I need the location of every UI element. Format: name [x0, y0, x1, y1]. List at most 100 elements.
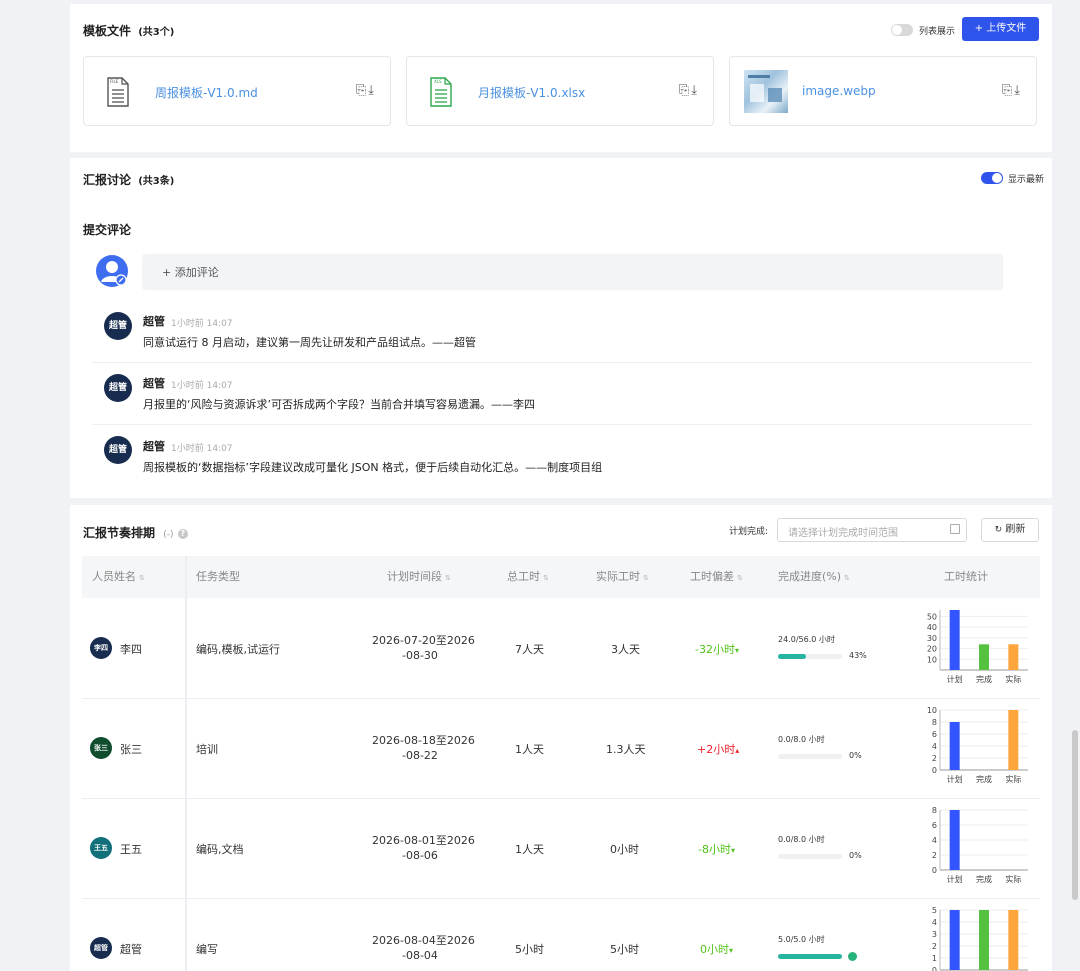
sort-icon: ⇅ — [543, 574, 549, 582]
table-row: 张三 张三 培训 2026-08-18至2026 -08-22 1人天 1.3人… — [82, 698, 1040, 799]
help-icon[interactable]: ? — [177, 528, 188, 539]
image-thumbnail — [744, 70, 788, 113]
row-period-line1: 2026-08-04至2026 — [372, 934, 475, 947]
sort-icon: ⇅ — [139, 574, 145, 582]
y-tick-label: 2 — [932, 754, 937, 763]
y-tick-label: 5 — [932, 906, 937, 915]
progress-bar — [778, 854, 842, 859]
deviation-value: +2小时 — [697, 743, 736, 756]
row-progress-text: 0.0/8.0 小时 — [778, 735, 825, 744]
y-tick-label: 50 — [927, 612, 937, 621]
sort-icon: ⇅ — [643, 574, 649, 582]
list-view-toggle[interactable] — [891, 24, 913, 36]
hours-chart: 8 6 4 2 0 计划 完成 实际 — [920, 806, 1032, 888]
row-progress-pct: 0% — [849, 751, 862, 760]
comment-text: 周报模板的‘数据指标’字段建议改成可量化 JSON 格式，便于后续自动化汇总。—… — [143, 461, 603, 474]
date-range-input[interactable]: 请选择计划完成时间范围 — [777, 518, 967, 542]
show-latest-toggle[interactable] — [981, 172, 1003, 184]
deviation-arrow-icon: ▾ — [729, 946, 734, 955]
file-name[interactable]: 周报模板-V1.0.md — [155, 84, 258, 101]
hours-chart: 10 8 6 4 2 0 计划 完成 实际 — [920, 706, 1032, 788]
row-progress-pct: 43% — [849, 651, 867, 660]
y-tick-label: 8 — [932, 718, 937, 727]
discussion-count: (共3条) — [138, 176, 175, 187]
row-period-line1: 2026-08-01至2026 — [372, 834, 475, 847]
row-name: 张三 — [120, 743, 142, 756]
progress-bar-fill — [778, 954, 842, 959]
hours-chart-svg: 50 40 30 2010 计划 完成 实际 — [927, 610, 1028, 684]
template-files-title: 模板文件 (共3个) — [83, 22, 174, 39]
column-header-text: 工时偏差 — [690, 570, 734, 583]
column-header-text: 总工时 — [507, 570, 540, 583]
comment-time: 1小时前 14:07 — [171, 319, 233, 329]
x-tick-label: 实际 — [1005, 674, 1021, 684]
add-comment-input[interactable]: + 添加评论 — [142, 254, 1003, 290]
bar — [949, 610, 960, 670]
y-tick-label: 10 — [927, 706, 937, 715]
y-tick-label: 6 — [932, 730, 937, 739]
deviation-value: -32小时 — [695, 643, 735, 656]
md-icon-text: FILE — [110, 79, 119, 84]
column-header-deviation[interactable]: 工时偏差 ⇅ — [690, 556, 743, 598]
comment-time: 1小时前 14:07 — [171, 381, 233, 391]
discussion-title-text: 汇报讨论 — [83, 173, 132, 187]
comment-avatar: 超管 — [104, 436, 132, 464]
discussion-card: 汇报讨论 (共3条) 显示最新 提交评论 + 添加评论 超管 超管 1小时前 1… — [70, 158, 1052, 498]
bar — [949, 722, 960, 770]
y-tick-label: 4 — [932, 836, 937, 845]
row-period-line2: -08-30 — [402, 649, 438, 662]
add-comment-placeholder: + 添加评论 — [162, 266, 219, 279]
hours-chart-svg: 10 8 6 4 2 0 计划 完成 实际 — [927, 706, 1028, 784]
row-avatar: 李四 — [90, 637, 112, 659]
complete-dot-icon — [848, 952, 857, 961]
page-scrollbar[interactable] — [1072, 730, 1078, 900]
column-header-period[interactable]: 计划时间段 ⇅ — [387, 556, 451, 598]
copy-icon[interactable]: ⎘ — [679, 83, 691, 98]
bar — [949, 810, 960, 870]
file-card-image[interactable]: image.webp ⎘⤓ — [729, 56, 1037, 126]
table-row: 超管 超管 编写 2026-08-04至2026 -08-04 5小时 5小时 … — [82, 898, 1040, 971]
comment-author: 超管 — [143, 440, 165, 453]
y-tick-label: 10 — [927, 655, 937, 664]
column-header-progress[interactable]: 完成进度(%) ⇅ — [778, 556, 850, 598]
file-name[interactable]: image.webp — [802, 84, 876, 98]
discussion-title: 汇报讨论 (共3条) — [83, 171, 174, 188]
template-files-title-text: 模板文件 — [83, 24, 132, 38]
column-header-name[interactable]: 人员姓名 ⇅ — [92, 556, 145, 598]
column-header-text: 完成进度(%) — [778, 570, 842, 583]
table-row: 李四 李四 编码,模板,试运行 2026-07-20至2026 -08-30 7… — [82, 598, 1040, 699]
row-name: 李四 — [120, 643, 142, 656]
file-actions: ⎘⤓ — [356, 83, 376, 98]
download-icon[interactable]: ⤓ — [368, 83, 376, 98]
column-header-text: 任务类型 — [196, 570, 240, 583]
column-header-actual[interactable]: 实际工时 ⇅ — [596, 556, 649, 598]
xlsx-file-icon: XLS — [429, 77, 453, 107]
column-header-total[interactable]: 总工时 ⇅ — [507, 556, 549, 598]
row-progress-text: 24.0/56.0 小时 — [778, 635, 835, 644]
refresh-button[interactable]: ↻ 刷新 — [981, 518, 1039, 542]
row-progress-text: 0.0/8.0 小时 — [778, 835, 825, 844]
x-tick-label: 实际 — [1005, 774, 1021, 784]
progress-bar — [778, 754, 842, 759]
copy-icon[interactable]: ⎘ — [1002, 83, 1014, 98]
deviation-arrow-icon: ▾ — [730, 846, 735, 855]
row-name: 超管 — [120, 943, 142, 956]
file-actions: ⎘⤓ — [1002, 83, 1022, 98]
sort-icon: ⇅ — [737, 574, 743, 582]
download-icon[interactable]: ⤓ — [1014, 83, 1022, 98]
y-tick-label: 4 — [932, 742, 937, 751]
download-icon[interactable]: ⤓ — [691, 83, 699, 98]
copy-icon[interactable]: ⎘ — [356, 83, 368, 98]
y-tick-label: 8 — [932, 806, 937, 815]
file-name[interactable]: 月报模板-V1.0.xlsx — [478, 84, 585, 101]
file-card-md[interactable]: FILE 周报模板-V1.0.md ⎘⤓ — [83, 56, 391, 126]
file-card-xlsx[interactable]: XLS 月报模板-V1.0.xlsx ⎘⤓ — [406, 56, 714, 126]
upload-file-button[interactable]: + 上传文件 — [962, 17, 1039, 41]
x-tick-label: 完成 — [976, 774, 992, 784]
table-header: 人员姓名 ⇅ 任务类型 计划时间段 ⇅ 总工时 ⇅ 实际工时 ⇅ 工时偏差 ⇅ 完成进度(… — [82, 556, 1040, 598]
deviation-value: -8小时 — [698, 843, 731, 856]
comment-author: 超管 — [143, 315, 165, 328]
schedule-title-suffix: (-) — [163, 530, 174, 540]
sort-icon: ⇅ — [445, 574, 451, 582]
comment-avatar: 超管 — [104, 312, 132, 340]
